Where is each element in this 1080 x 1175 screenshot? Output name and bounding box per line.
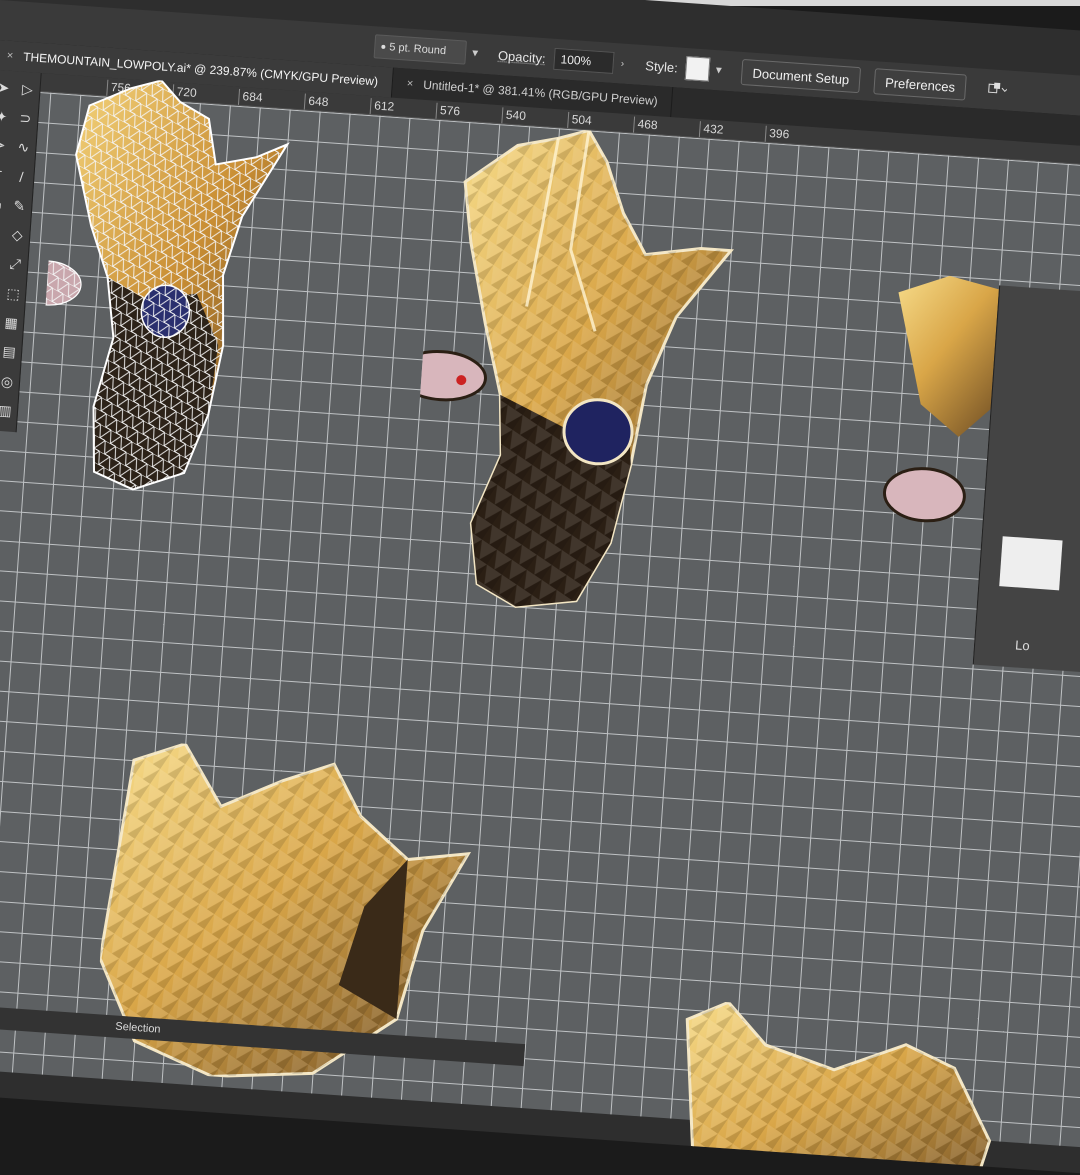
ruler-tick: 612: [373, 98, 395, 114]
line-tool-icon[interactable]: /: [10, 165, 33, 188]
brush-dot-icon: [381, 44, 386, 49]
stroke-profile-value: 5 pt. Round: [388, 41, 447, 58]
ruler-tick: 396: [768, 126, 790, 142]
free-transform-tool-icon[interactable]: ⬚: [1, 282, 24, 305]
eraser-tool-icon[interactable]: ◇: [6, 224, 29, 247]
ruler-tick: 576: [439, 102, 461, 119]
magic-wand-tool-icon[interactable]: ✦: [0, 105, 13, 128]
document-setup-button[interactable]: Document Setup: [740, 58, 862, 94]
ruler-tick: 468: [637, 116, 659, 133]
stroke-profile-select[interactable]: 5 pt. Round: [373, 34, 467, 65]
gradient-tool-icon[interactable]: ▤: [0, 341, 21, 364]
lowpoly-head-bottom-right[interactable]: [665, 999, 1008, 1175]
paintbrush-tool-icon[interactable]: ✎: [8, 194, 31, 217]
preferences-button[interactable]: Preferences: [873, 68, 967, 101]
direct-selection-tool-icon[interactable]: ▷: [16, 77, 39, 100]
perspective-tool-icon[interactable]: ▦: [0, 311, 23, 334]
status-tool-label: Selection: [114, 1020, 161, 1036]
close-icon[interactable]: ×: [406, 78, 413, 90]
type-tool-icon[interactable]: T: [0, 163, 9, 186]
rectangle-tool-icon[interactable]: ▭: [0, 193, 7, 216]
opacity-input[interactable]: 100%: [552, 47, 615, 74]
pen-tool-icon[interactable]: ✒: [0, 134, 11, 157]
ruler-tick: 504: [571, 112, 593, 128]
shaper-tool-icon[interactable]: ◔: [0, 222, 5, 245]
arrange-icon[interactable]: [981, 77, 1011, 103]
style-label: Style:: [644, 57, 679, 75]
chevron-down-icon[interactable]: ▼: [709, 58, 729, 83]
chevron-right-icon[interactable]: ›: [613, 51, 633, 76]
ruler-tick: 540: [505, 107, 527, 123]
chevron-down-icon[interactable]: ▼: [465, 41, 485, 66]
panel-label: Lo: [1014, 637, 1031, 654]
selection-tool-icon[interactable]: ➤: [0, 76, 15, 99]
graphic-style-swatch[interactable]: [684, 56, 711, 82]
opacity-label[interactable]: Opacity:: [498, 47, 547, 65]
artboard-canvas[interactable]: [0, 79, 1080, 1175]
wireframe-artwork[interactable]: [30, 73, 341, 541]
lasso-tool-icon[interactable]: ⊃: [14, 107, 37, 130]
scale-tool-icon[interactable]: ⤢: [4, 253, 27, 276]
panel-swatch[interactable]: [999, 536, 1063, 591]
rotate-tool-icon[interactable]: ↻: [0, 251, 3, 274]
graph-tool-icon[interactable]: ▥: [0, 399, 17, 422]
blend-tool-icon[interactable]: ◎: [0, 370, 19, 393]
illustrator-window: 5 pt. Round ▼ Opacity: 100% › Style: ▼ D…: [0, 0, 1080, 1175]
ruler-tick: 432: [702, 121, 724, 137]
lowpoly-head-artwork[interactable]: [404, 120, 779, 642]
curvature-tool-icon[interactable]: ∿: [12, 136, 35, 159]
close-icon[interactable]: ×: [6, 50, 13, 62]
